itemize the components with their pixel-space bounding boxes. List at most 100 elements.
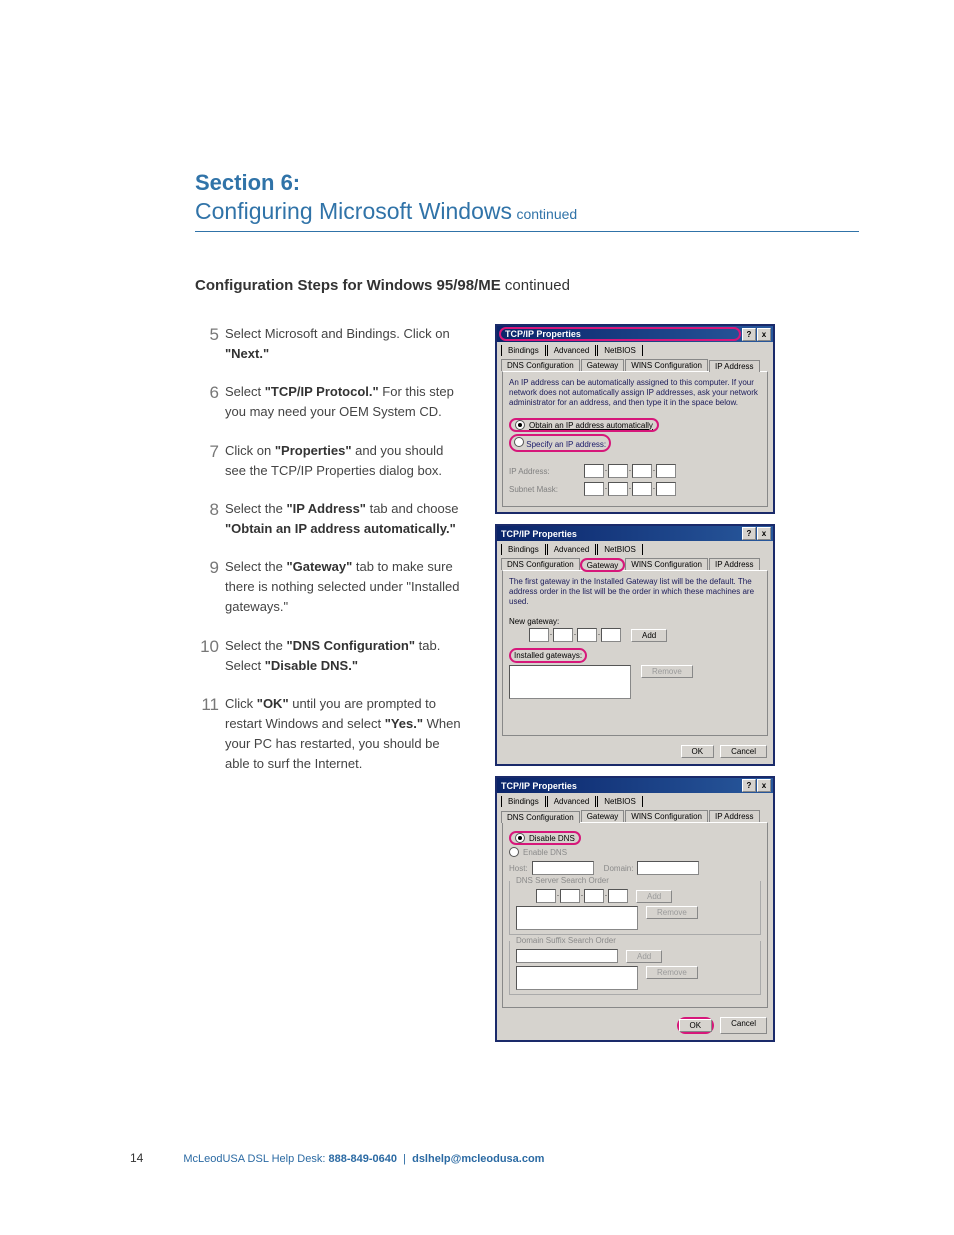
subnet-mask-row: Subnet Mask: . . .	[509, 482, 761, 496]
tab-bindings[interactable]: Bindings	[501, 796, 546, 807]
footer-brand: McLeodUSA DSL Help Desk:	[183, 1153, 325, 1165]
domain-suffix-group: Domain Suffix Search Order Add Remove	[509, 941, 761, 995]
step-number: 8	[195, 497, 219, 523]
cancel-button[interactable]: Cancel	[720, 745, 767, 758]
cancel-button[interactable]: Cancel	[720, 1017, 767, 1034]
ip-octet-input[interactable]	[656, 482, 676, 496]
ip-note: An IP address can be automatically assig…	[509, 378, 761, 408]
step-text: Select "TCP/IP Protocol." For this step …	[225, 384, 454, 419]
close-icon[interactable]: x	[757, 527, 771, 540]
ip-octet-input[interactable]	[608, 482, 628, 496]
add-button[interactable]: Add	[626, 950, 662, 963]
help-icon[interactable]: ?	[742, 328, 756, 341]
tab-row-lower: DNS Configuration Gateway WINS Configura…	[497, 356, 773, 371]
tab-ipaddress[interactable]: IP Address	[709, 810, 760, 822]
dialog-title: TCP/IP Properties	[499, 781, 741, 791]
section-title: Configuring Microsoft Windows	[195, 198, 512, 224]
radio-specify[interactable]: Specify an IP address:	[509, 434, 761, 452]
suffix-list[interactable]	[516, 966, 638, 990]
remove-button[interactable]: Remove	[646, 966, 698, 979]
installed-gateways-list[interactable]	[509, 665, 631, 699]
step-text: Select the "Gateway" tab to make sure th…	[225, 559, 459, 614]
tab-advanced[interactable]: Advanced	[547, 796, 597, 807]
tab-ipaddress[interactable]: IP Address	[709, 558, 760, 570]
step-text: Click on "Properties" and you should see…	[225, 443, 443, 478]
tab-wins[interactable]: WINS Configuration	[625, 810, 708, 822]
step-text: Select the "IP Address" tab and choose "…	[225, 501, 459, 536]
tab-gateway[interactable]: Gateway	[581, 359, 625, 371]
ip-octet-input[interactable]	[560, 889, 580, 903]
ip-octet-input[interactable]	[529, 628, 549, 642]
ip-octet-input[interactable]	[632, 482, 652, 496]
ip-octet-input[interactable]	[584, 889, 604, 903]
host-input[interactable]	[532, 861, 594, 875]
tab-wins[interactable]: WINS Configuration	[625, 558, 708, 570]
step-item: 7Click on "Properties" and you should se…	[195, 441, 467, 481]
ip-address-row: IP Address: . . .	[509, 464, 761, 478]
close-icon[interactable]: x	[757, 779, 771, 792]
ip-octet-input[interactable]	[608, 464, 628, 478]
step-item: 11Click "OK" until you are prompted to r…	[195, 694, 467, 775]
ip-octet-input[interactable]	[536, 889, 556, 903]
radio-obtain-auto[interactable]: Obtain an IP address automatically	[509, 418, 761, 432]
step-number: 7	[195, 439, 219, 465]
ip-octet-input[interactable]	[608, 889, 628, 903]
remove-button[interactable]: Remove	[646, 906, 698, 919]
footer-phone: 888-849-0640	[328, 1153, 397, 1165]
ip-octet-input[interactable]	[553, 628, 573, 642]
step-item: 5Select Microsoft and Bindings. Click on…	[195, 324, 467, 364]
dns-list[interactable]	[516, 906, 638, 930]
tab-advanced[interactable]: Advanced	[547, 544, 597, 555]
radio-disable-dns[interactable]: Disable DNS	[509, 831, 761, 845]
step-item: 8Select the "IP Address" tab and choose …	[195, 499, 467, 539]
tab-gateway[interactable]: Gateway	[581, 559, 625, 571]
tab-dns[interactable]: DNS Configuration	[501, 811, 580, 823]
step-number: 10	[195, 634, 219, 660]
dialog-titlebar: TCP/IP Properties ? x	[497, 526, 773, 541]
tab-dns[interactable]: DNS Configuration	[501, 359, 580, 371]
ok-button[interactable]: OK	[679, 1019, 713, 1032]
page-number: 14	[130, 1151, 143, 1165]
add-button[interactable]: Add	[636, 890, 672, 903]
step-number: 11	[195, 692, 219, 718]
tab-dns[interactable]: DNS Configuration	[501, 558, 580, 570]
section-continued: continued	[516, 206, 577, 222]
tab-gateway[interactable]: Gateway	[581, 810, 625, 822]
ip-octet-input[interactable]	[656, 464, 676, 478]
ip-octet-input[interactable]	[584, 482, 604, 496]
tab-advanced[interactable]: Advanced	[547, 345, 597, 356]
ip-octet-input[interactable]	[632, 464, 652, 478]
step-text: Click "OK" until you are prompted to res…	[225, 696, 461, 771]
tab-netbios[interactable]: NetBIOS	[597, 796, 643, 807]
steps-list: 5Select Microsoft and Bindings. Click on…	[195, 324, 467, 774]
tab-bindings[interactable]: Bindings	[501, 544, 546, 555]
tab-netbios[interactable]: NetBIOS	[597, 345, 643, 356]
subsection-title: Configuration Steps for Windows 95/98/ME	[195, 277, 501, 294]
tab-bindings[interactable]: Bindings	[501, 345, 546, 356]
step-number: 6	[195, 380, 219, 406]
dialog-titlebar: TCP/IP Properties ? x	[497, 778, 773, 793]
add-button[interactable]: Add	[631, 629, 667, 642]
suffix-input[interactable]	[516, 949, 618, 963]
ip-octet-input[interactable]	[577, 628, 597, 642]
help-icon[interactable]: ?	[742, 527, 756, 540]
close-icon[interactable]: x	[757, 328, 771, 341]
step-number: 9	[195, 555, 219, 581]
tab-row-upper: Bindings Advanced NetBIOS	[497, 342, 773, 356]
domain-input[interactable]	[637, 861, 699, 875]
radio-dot-icon	[515, 833, 525, 843]
ip-octet-input[interactable]	[601, 628, 621, 642]
remove-button[interactable]: Remove	[641, 665, 693, 678]
ip-octet-input[interactable]	[584, 464, 604, 478]
radio-enable-dns[interactable]: Enable DNS	[509, 847, 761, 857]
step-text: Select Microsoft and Bindings. Click on …	[225, 326, 450, 361]
ok-button[interactable]: OK	[681, 745, 715, 758]
tab-wins[interactable]: WINS Configuration	[625, 359, 708, 371]
radio-dot-icon	[514, 437, 524, 447]
help-icon[interactable]: ?	[742, 779, 756, 792]
section-heading: Section 6: Configuring Microsoft Windows…	[195, 170, 859, 232]
tab-ipaddress[interactable]: IP Address	[709, 360, 760, 372]
tab-netbios[interactable]: NetBIOS	[597, 544, 643, 555]
footer-email: dslhelp@mcleodusa.com	[412, 1153, 544, 1165]
dialog-title: TCP/IP Properties	[499, 327, 741, 341]
